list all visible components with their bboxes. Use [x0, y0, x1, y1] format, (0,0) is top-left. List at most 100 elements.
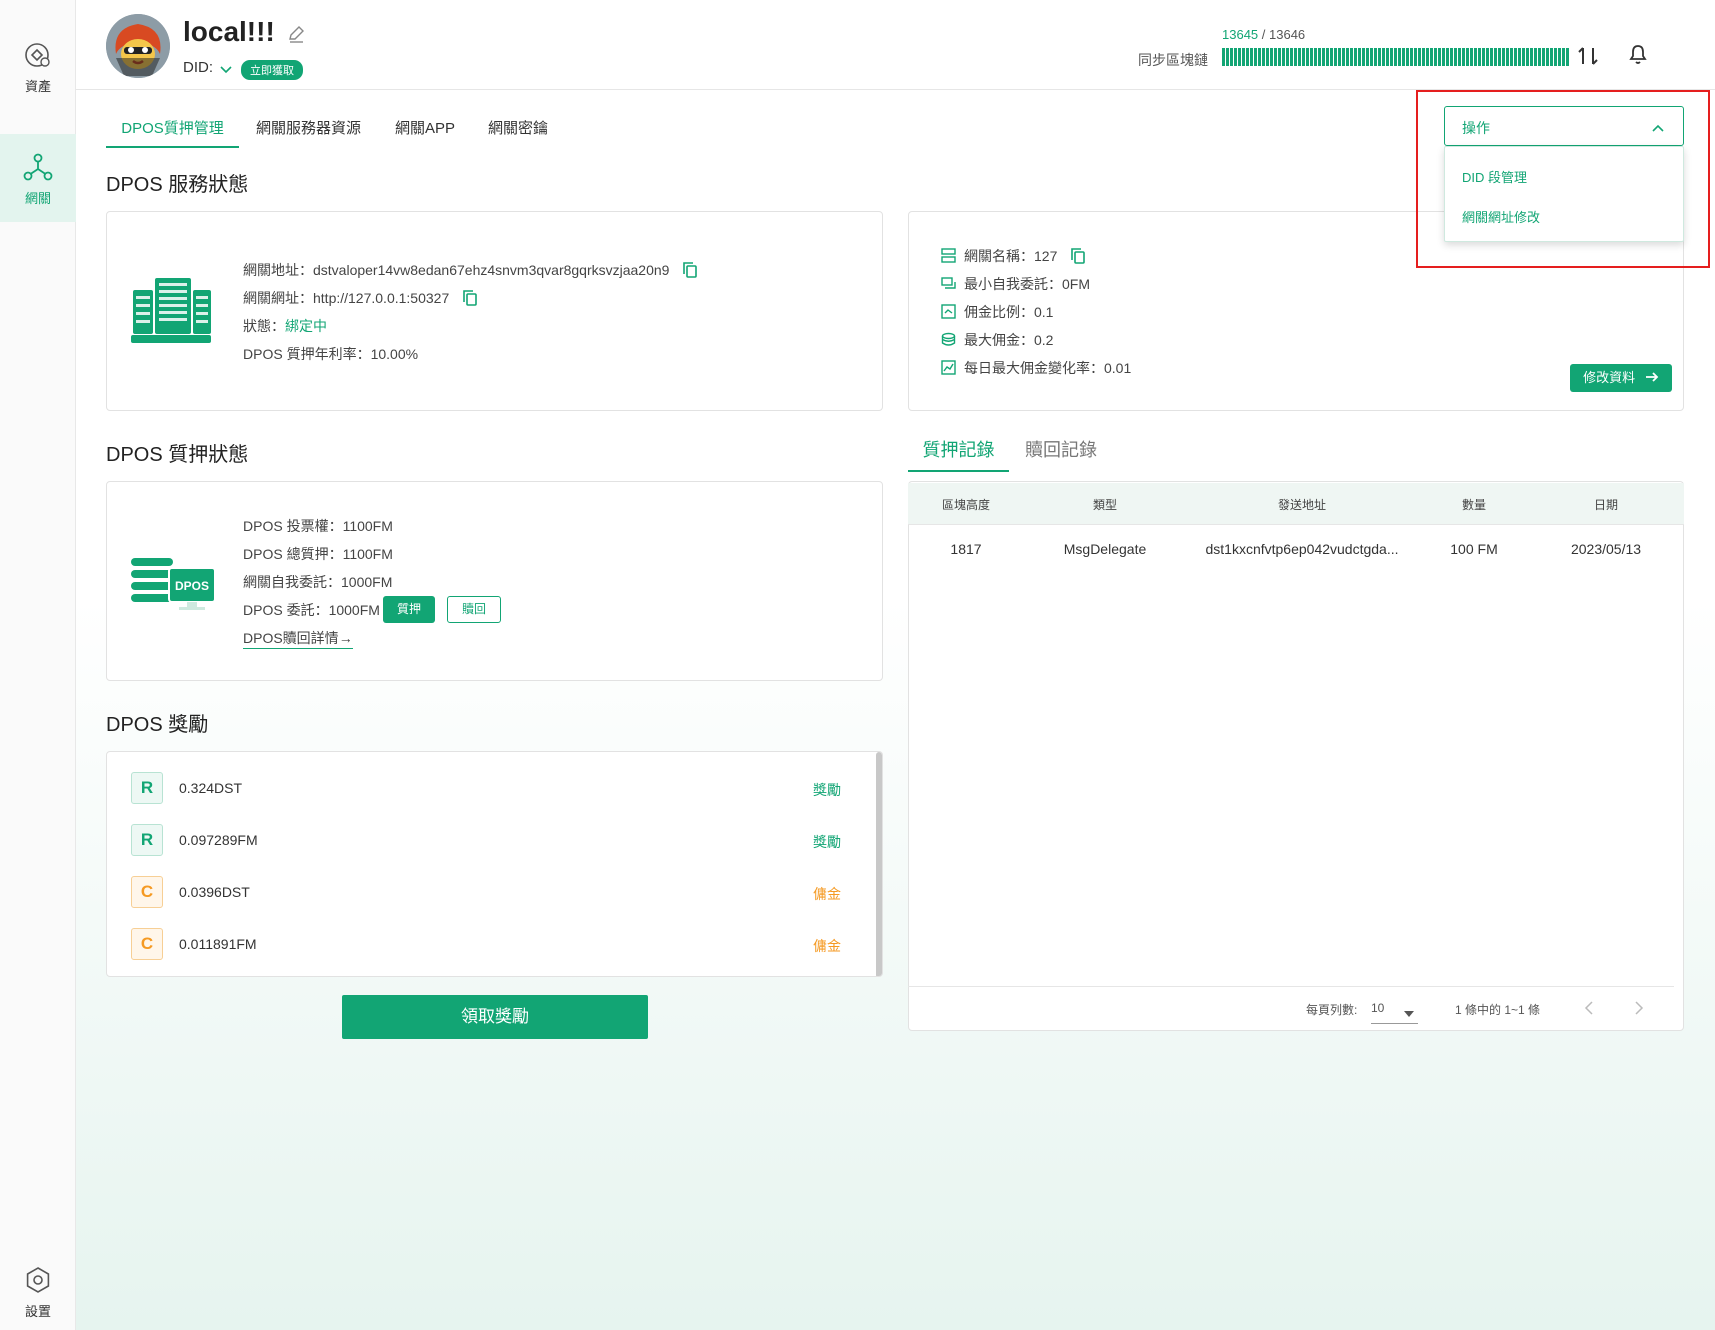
dpos-server-icon: DPOS: [131, 556, 221, 617]
total-stake-row: DPOS 總質押：1100FM: [243, 544, 393, 564]
gateway-address-row: 網關地址：dstvaloper14vw8edan67ehz4snvm3qvar8…: [243, 260, 698, 281]
max-commission-value: 0.2: [1034, 332, 1054, 348]
service-status-title: DPOS 服務狀態: [106, 174, 249, 196]
redeem-detail-link[interactable]: DPOS贖回詳情→: [243, 628, 353, 649]
caret-down-icon: [1404, 1006, 1414, 1020]
stake-button[interactable]: 質押: [383, 596, 435, 623]
asset-icon: [0, 40, 76, 70]
tab-redeem-records[interactable]: 贖回記錄: [1025, 436, 1097, 472]
gateway-address-label: 網關地址：: [243, 262, 313, 278]
sidebar-item-label: 網關: [24, 191, 51, 206]
redeem-detail-label: DPOS贖回詳情: [243, 630, 339, 646]
gateway-name-row: 網關名稱：127: [941, 246, 1086, 267]
bell-icon[interactable]: [1626, 42, 1650, 71]
tab-gateway-keys[interactable]: 網關密鑰: [488, 112, 548, 148]
reward-type: 獎勵: [813, 782, 841, 798]
self-delegation-row: 網關自我委託：1000FM: [243, 572, 392, 592]
voting-label: DPOS 投票權：: [243, 518, 343, 534]
table-header: 區塊高度 類型 發送地址 數量 日期: [908, 483, 1684, 525]
copy-icon[interactable]: [1071, 247, 1086, 267]
top-header: local!!! DID: 立即獲取 同步區塊鏈 13645 / 13646: [76, 0, 1715, 90]
delegation-value: 1000FM: [328, 602, 380, 618]
service-status-card: 網關地址：dstvaloper14vw8edan67ehz4snvm3qvar8…: [106, 211, 883, 411]
copy-icon[interactable]: [463, 289, 477, 309]
rows-per-page-label: 每頁列數:: [1306, 1003, 1358, 1017]
column-header[interactable]: 類型: [1093, 496, 1117, 513]
edit-icon[interactable]: [286, 24, 306, 49]
commission-label: 佣金比例：: [964, 304, 1034, 320]
sidebar-item-gateway[interactable]: 網關: [0, 134, 76, 222]
edit-info-button[interactable]: 修改資料: [1570, 364, 1672, 392]
sidebar-item-settings[interactable]: 設置: [0, 1265, 76, 1325]
chevron-right-icon[interactable]: [1634, 1000, 1644, 1021]
claim-rewards-button[interactable]: 領取獎勵: [342, 995, 648, 1039]
rows-per-page-value: 10: [1371, 1001, 1385, 1015]
sidebar: 資產 網關 設置: [0, 0, 76, 1330]
reward-type: 傭金: [813, 886, 841, 902]
column-header[interactable]: 日期: [1594, 496, 1618, 513]
total-stake-value: 1100FM: [342, 546, 393, 562]
column-header[interactable]: 數量: [1462, 496, 1486, 513]
self-delegation-value: 1000FM: [341, 574, 393, 590]
sync-arrows-icon[interactable]: [1576, 44, 1600, 73]
tab-dpos-stake[interactable]: DPOS質押管理: [106, 112, 239, 148]
min-self-label: 最小自我委託：: [964, 276, 1062, 292]
stake-status-title: DPOS 質押狀態: [106, 444, 249, 466]
pagination-range: 1 條中的 1~1 條: [1455, 1003, 1541, 1017]
commission-value: 0.1: [1034, 304, 1054, 320]
sidebar-item-assets[interactable]: 資產: [0, 40, 76, 110]
copy-icon[interactable]: [683, 261, 698, 281]
chevron-left-icon[interactable]: [1584, 1000, 1594, 1021]
tab-server-resources[interactable]: 網關服務器資源: [256, 112, 361, 148]
rows-per-page-select[interactable]: 10: [1371, 994, 1418, 1024]
dpos-icon-text: DPOS: [175, 579, 209, 593]
redeem-button[interactable]: 贖回: [447, 596, 501, 623]
column-header[interactable]: 區塊高度: [942, 496, 990, 513]
cell-type: MsgDelegate: [1063, 541, 1147, 557]
highlight-box: [1416, 90, 1710, 268]
delegation-row: DPOS 委託：1000FM: [243, 600, 380, 620]
min-self-delegation-row: 最小自我委託：0FM: [941, 274, 1090, 294]
apr-row: DPOS 質押年利率：10.00%: [243, 344, 418, 364]
tab-gateway-app[interactable]: 網關APP: [395, 112, 455, 148]
commission-badge: C: [131, 928, 163, 960]
commission-badge: C: [131, 876, 163, 908]
reward-badge: R: [131, 772, 163, 804]
chevron-down-icon[interactable]: [219, 62, 233, 80]
stake-status-card: DPOS DPOS 投票權：1100FM DPOS 總質押：1100FM 網關自…: [106, 481, 883, 681]
reward-amount: 0.324DST: [179, 780, 243, 796]
max-change-value: 0.01: [1104, 360, 1132, 376]
self-delegation-label: 網關自我委託：: [243, 574, 341, 590]
reward-badge: R: [131, 824, 163, 856]
sync-label: 同步區塊鏈: [1138, 52, 1208, 68]
get-did-button[interactable]: 立即獲取: [241, 60, 303, 80]
tab-stake-records[interactable]: 質押記錄: [908, 436, 1009, 472]
reward-row: R 0.097289FM 獎勵: [107, 820, 867, 860]
scrollbar[interactable]: [876, 752, 882, 976]
table-footer-divider: [908, 986, 1674, 987]
cell-date: 2023/05/13: [1570, 541, 1642, 557]
reward-amount: 0.097289FM: [179, 832, 258, 848]
delegation-label: DPOS 委託：: [243, 602, 329, 618]
max-change-row: 每日最大佣金變化率：0.01: [941, 358, 1131, 378]
voting-value: 1100FM: [342, 518, 393, 534]
gateway-state-value: 綁定中: [285, 318, 327, 334]
total-stake-label: DPOS 總質押：: [243, 546, 343, 562]
cell-sender: dst1kxcnfvtp6ep042vudctgda...: [1205, 541, 1399, 557]
commission-icon: [941, 304, 956, 322]
gateway-name-value: 127: [1034, 248, 1058, 264]
column-header[interactable]: 發送地址: [1278, 496, 1326, 513]
gateway-url-label: 網關網址：: [243, 290, 313, 306]
sync-count: 13645 / 13646: [1222, 27, 1305, 42]
gateway-state-row: 狀態：綁定中: [243, 316, 327, 336]
server-icon: [941, 248, 956, 266]
reward-row: C 0.011891FM 傭金: [107, 924, 867, 964]
sync-current: 13645: [1222, 27, 1259, 42]
voting-power-row: DPOS 投票權：1100FM: [243, 516, 393, 536]
reward-type: 獎勵: [813, 834, 841, 850]
arrow-right-icon: →: [338, 630, 353, 646]
cell-height: 1817: [950, 541, 982, 557]
gateway-icon: [0, 152, 76, 182]
node-name: local!!!: [183, 16, 275, 47]
apr-label: DPOS 質押年利率：: [243, 346, 371, 362]
